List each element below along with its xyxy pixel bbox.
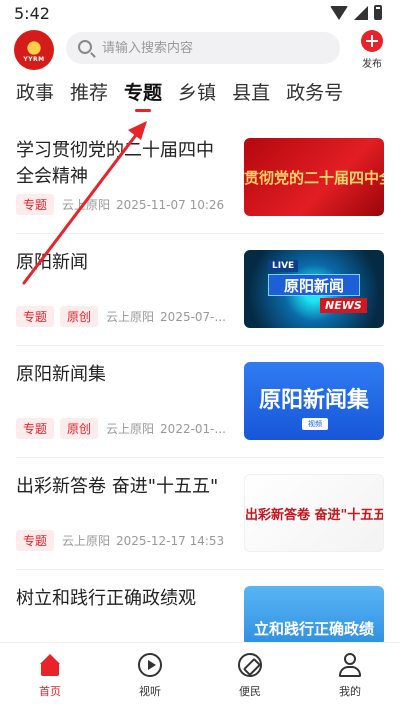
item-thumbnail[interactable]: 贯彻党的二十届四中全会 <box>244 138 384 216</box>
signal-icon <box>354 5 368 20</box>
tab-label: 县直 <box>232 82 271 104</box>
tab-politics[interactable]: 政事 <box>16 78 54 118</box>
logo-text: YYRM <box>23 56 45 63</box>
nav-profile[interactable]: 我的 <box>300 643 400 711</box>
item-title: 出彩新答卷 奋进"十五五" <box>16 476 219 497</box>
topic-tag: 专题 <box>16 530 55 551</box>
tab-label: 政务号 <box>286 82 344 104</box>
item-source: 云上原阳 <box>62 534 111 548</box>
item-thumbnail[interactable]: 出彩新答卷 奋进"十五五" <box>244 474 384 552</box>
app-header: YYRM 发布 <box>0 28 400 72</box>
topic-tag: 专题 <box>16 306 55 327</box>
nav-home[interactable]: 首页 <box>0 643 100 711</box>
item-thumbnail[interactable]: 原阳新闻集 视频 <box>244 362 384 440</box>
list-item[interactable]: 原阳新闻集 专题 原创 云上原阳 2022-01-... 原阳新闻集 视频 <box>16 346 384 458</box>
plus-icon <box>361 30 383 52</box>
tab-topics[interactable]: 专题 <box>124 78 162 118</box>
list-item[interactable]: 树立和践行正确政绩观 立和践行正确政绩 <box>16 570 384 642</box>
tab-label: 推荐 <box>70 82 109 104</box>
tab-label: 乡镇 <box>178 82 217 104</box>
thumbnail-sub-badge: 视频 <box>302 418 328 430</box>
category-tabs: 政事 推荐 专题 乡镇 县直 政务号 <box>16 78 343 118</box>
nav-audiovisual[interactable]: 视听 <box>100 643 200 711</box>
user-icon <box>338 653 362 677</box>
bottom-navigation: 首页 视听 便民 我的 <box>0 642 400 711</box>
thumbnail-caption: 原阳新闻 <box>268 274 360 296</box>
thumbnail-caption: 出彩新答卷 奋进"十五五" <box>245 508 384 523</box>
item-title: 原阳新闻 <box>16 252 88 273</box>
nav-label: 便民 <box>239 685 261 698</box>
item-time: 2022-01-... <box>160 421 226 436</box>
live-badge: LIVE <box>268 260 299 272</box>
active-tab-indicator <box>135 109 152 112</box>
publish-button[interactable]: 发布 <box>356 30 388 74</box>
item-title: 学习贯彻党的二十届四中全会精神 <box>16 140 214 187</box>
item-meta: 专题 云上原阳 2025-12-17 14:53 <box>16 530 228 551</box>
publish-label: 发布 <box>362 59 382 70</box>
search-input[interactable] <box>102 39 322 57</box>
item-title: 树立和践行正确政绩观 <box>16 588 196 609</box>
thumbnail-caption: 贯彻党的二十届四中全会 <box>244 169 384 187</box>
item-source: 云上原阳 <box>106 310 155 324</box>
original-tag: 原创 <box>60 306 99 327</box>
item-thumbnail[interactable]: 立和践行正确政绩 <box>244 586 384 642</box>
wifi-icon <box>330 5 348 20</box>
home-icon <box>38 653 62 677</box>
battery-icon <box>374 5 382 20</box>
item-time: 2025-11-07 10:26 <box>116 197 225 212</box>
nav-label: 我的 <box>339 685 361 698</box>
nav-services[interactable]: 便民 <box>200 643 300 711</box>
tab-recommend[interactable]: 推荐 <box>70 78 108 118</box>
nav-label: 首页 <box>39 685 61 698</box>
tab-government-accounts[interactable]: 政务号 <box>286 78 343 118</box>
item-meta: 专题 原创 云上原阳 2025-07-... <box>16 306 228 327</box>
tab-towns[interactable]: 乡镇 <box>178 78 216 118</box>
item-time: 2025-07-... <box>160 309 226 324</box>
news-feed[interactable]: 学习贯彻党的二十届四中全会精神 专题 云上原阳 2025-11-07 10:26… <box>0 122 400 642</box>
status-icons <box>330 5 382 20</box>
tab-label: 政事 <box>16 82 55 104</box>
item-title: 原阳新闻集 <box>16 364 106 385</box>
list-item[interactable]: 出彩新答卷 奋进"十五五" 专题 云上原阳 2025-12-17 14:53 出… <box>16 458 384 570</box>
status-bar: 5:42 <box>0 0 400 28</box>
topic-tag: 专题 <box>16 418 55 439</box>
list-item[interactable]: 学习贯彻党的二十届四中全会精神 专题 云上原阳 2025-11-07 10:26… <box>16 122 384 234</box>
item-time: 2025-12-17 14:53 <box>116 533 225 548</box>
search-bar[interactable] <box>66 32 340 64</box>
play-circle-icon <box>138 653 162 677</box>
item-thumbnail[interactable]: LIVE 原阳新闻 NEWS <box>244 250 384 328</box>
status-time: 5:42 <box>14 4 50 23</box>
thumbnail-caption: 原阳新闻集 <box>258 388 369 413</box>
tab-county-departments[interactable]: 县直 <box>232 78 270 118</box>
thumbnail-caption: 立和践行正确政绩 <box>253 620 374 638</box>
item-meta: 专题 云上原阳 2025-11-07 10:26 <box>16 194 228 215</box>
tab-label: 专题 <box>124 82 163 104</box>
list-item[interactable]: 原阳新闻 专题 原创 云上原阳 2025-07-... LIVE 原阳新闻 NE… <box>16 234 384 346</box>
nav-label: 视听 <box>139 685 161 698</box>
app-logo[interactable]: YYRM <box>14 30 54 70</box>
item-source: 云上原阳 <box>62 198 111 212</box>
news-badge: NEWS <box>320 298 367 313</box>
topic-tag: 专题 <box>16 194 55 215</box>
search-icon <box>78 40 92 54</box>
item-source: 云上原阳 <box>106 422 155 436</box>
compass-icon <box>238 653 262 677</box>
item-meta: 专题 原创 云上原阳 2022-01-... <box>16 418 228 439</box>
original-tag: 原创 <box>60 418 99 439</box>
